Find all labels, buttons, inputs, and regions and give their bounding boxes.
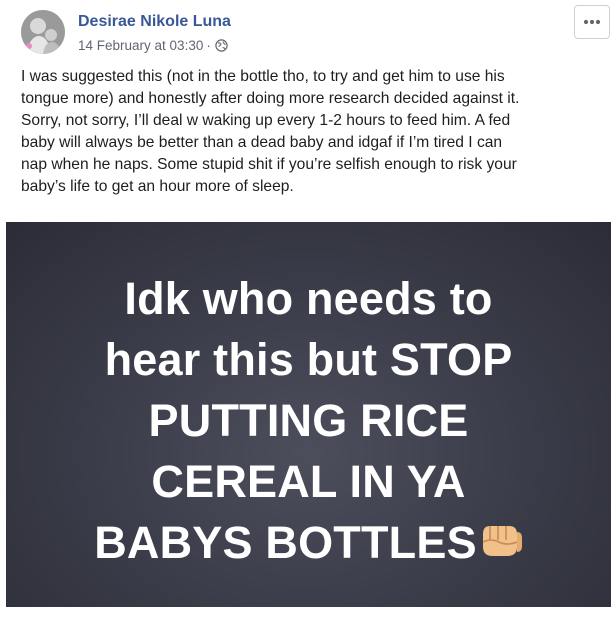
fist-bump-icon	[479, 514, 523, 575]
post-meta: 14 February at 03:30 ·	[78, 38, 228, 53]
facebook-post: Desirae Nikole Luna 14 February at 03:30…	[0, 0, 615, 617]
post-text-line: I was suggested this (not in the bottle …	[21, 68, 505, 85]
post-text-line: Sorry, not sorry, I’ll deal w waking up …	[21, 112, 511, 129]
post-photo[interactable]: Idk who needs to hear this but STOP PUTT…	[6, 222, 611, 607]
globe-icon	[215, 39, 228, 52]
post-text-line: baby will always be better than a dead b…	[21, 134, 503, 151]
more-options-button[interactable]	[574, 5, 610, 39]
post-text-line: baby’s life to get an hour more of sleep…	[21, 178, 294, 195]
photo-text-line-last: BABYS BOTTLES	[6, 512, 611, 575]
photo-caption: Idk who needs to hear this but STOP PUTT…	[6, 268, 611, 575]
post-timestamp[interactable]: 14 February at 03:30	[78, 38, 203, 53]
post-text-line: tongue more) and honestly after doing mo…	[21, 90, 520, 107]
post-text: I was suggested this (not in the bottle …	[21, 66, 611, 198]
photo-text-line: BABYS BOTTLES	[94, 517, 477, 568]
meta-separator: ·	[206, 38, 211, 53]
photo-text-line: Idk who needs to	[124, 273, 493, 324]
avatar[interactable]	[21, 10, 65, 54]
post-text-line: nap when he naps. Some stupid shit if yo…	[21, 156, 517, 173]
photo-text-line: PUTTING RICE	[148, 395, 469, 446]
photo-text-line: hear this but STOP	[104, 334, 513, 385]
more-options-icon	[583, 19, 601, 25]
photo-text-line: CEREAL IN YA	[151, 456, 466, 507]
author-name[interactable]: Desirae Nikole Luna	[78, 13, 231, 31]
